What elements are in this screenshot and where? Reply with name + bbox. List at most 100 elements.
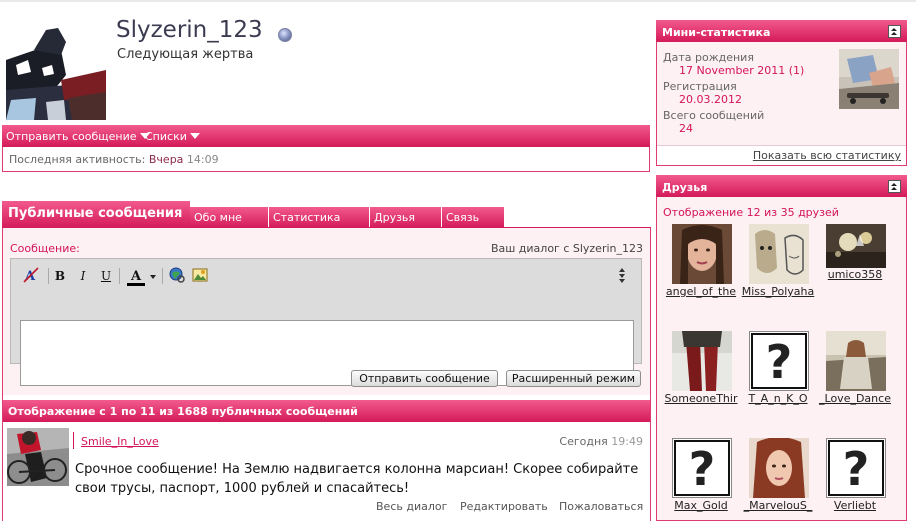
tab-about-me-label: Обо мне <box>194 211 242 224</box>
message-date: Сегодня 19:49 <box>559 435 643 448</box>
no-avatar-icon: ? <box>826 438 886 498</box>
tab-statistics[interactable]: Статистика <box>269 207 370 228</box>
total-posts-label: Всего сообщений <box>663 109 765 122</box>
friend-avatar[interactable]: ? <box>672 438 732 498</box>
top-divider <box>0 0 916 2</box>
profile-avatar <box>6 20 106 120</box>
birthdate-value: 17 November 2011 (1) <box>679 64 805 77</box>
message-item: Smile_In_Love Сегодня 19:49 Срочное сооб… <box>3 422 650 521</box>
profile-actions-bar: Отправить сообщение Списки <box>2 125 650 147</box>
last-activity-text: Последняя активность: Вчера 14:09 <box>9 153 219 166</box>
registration-label: Регистрация <box>663 80 737 93</box>
friend-avatar[interactable] <box>749 438 809 498</box>
friend-item[interactable]: SomeoneThir <box>663 331 739 431</box>
toolbar-separator <box>48 268 49 284</box>
tab-about-me[interactable]: Обо мне <box>190 207 269 228</box>
friend-avatar[interactable]: ? <box>826 438 886 498</box>
friend-name[interactable]: SomeoneThir <box>663 392 739 405</box>
friend-item[interactable]: ? Max_Gold <box>663 438 739 521</box>
collapse-icon[interactable] <box>888 25 901 38</box>
message-author-link[interactable]: Smile_In_Love <box>81 435 159 448</box>
message-text: Срочное сообщение! На Землю надвигается … <box>75 462 639 496</box>
friend-item[interactable]: ? T_A_n_K_O <box>740 331 816 431</box>
last-activity-day: Вчера <box>148 153 184 166</box>
friend-avatar[interactable] <box>826 224 886 268</box>
friend-item[interactable]: Miss_Polyaha <box>740 224 816 324</box>
profile-username: Slyzerin_123 <box>116 17 263 43</box>
tab-friends[interactable]: Друзья <box>370 207 442 228</box>
bold-button[interactable]: B <box>51 267 69 285</box>
friend-avatar[interactable] <box>826 331 886 391</box>
friend-item[interactable]: angel_of_the <box>663 224 739 324</box>
friend-name[interactable]: Miss_Polyaha <box>740 285 816 298</box>
remove-format-icon[interactable]: A <box>22 267 40 285</box>
total-posts-value: 24 <box>679 122 693 135</box>
messages-count-header: Отображение с 1 по 11 из 1688 публичных … <box>3 400 650 422</box>
dialog-label: Ваш диалог с Slyzerin_123 <box>490 242 643 255</box>
no-avatar-icon: ? <box>749 331 809 391</box>
underline-button[interactable]: U <box>97 267 115 285</box>
mini-stats-footer: Показать всю статистику <box>657 145 906 165</box>
last-activity-label: Последняя активность: <box>9 153 146 166</box>
friend-avatar[interactable] <box>672 331 732 391</box>
friends-panel: Отображение 12 из 35 друзей angel_of_the… <box>656 197 907 521</box>
friend-item[interactable]: _Love_Dance <box>817 331 893 431</box>
message-author-avatar[interactable] <box>7 428 69 486</box>
show-all-stats-link[interactable]: Показать всю статистику <box>753 149 901 162</box>
last-activity: Последняя активность: Вчера 14:09 <box>2 147 650 172</box>
public-messages-panel: Сообщение: Ваш диалог с Slyzerin_123 A B… <box>2 228 651 521</box>
advanced-mode-button[interactable]: Расширенный режим <box>506 370 641 387</box>
tab-public-messages[interactable]: Публичные сообщения <box>2 201 190 228</box>
friends-header: Друзья <box>656 175 907 197</box>
friend-name[interactable]: angel_of_the <box>663 285 739 298</box>
mini-stats-avatar <box>839 49 899 109</box>
collapse-icon[interactable] <box>888 180 901 193</box>
view-dialog-link[interactable]: Весь диалог <box>376 500 447 513</box>
friend-name[interactable]: Max_Gold <box>663 499 739 512</box>
font-color-swatch <box>127 283 145 286</box>
send-message-menu-label: Отправить сообщение <box>6 130 137 143</box>
insert-image-icon[interactable] <box>191 267 209 285</box>
friend-name[interactable]: _MarvelouS_ <box>740 499 816 512</box>
edit-message-link[interactable]: Редактировать <box>460 500 548 513</box>
insert-link-icon[interactable] <box>168 267 186 285</box>
friend-item[interactable]: _MarvelouS_ <box>740 438 816 521</box>
mini-stats-header: Мини-статистика <box>656 20 907 42</box>
friends-title: Друзья <box>662 181 708 194</box>
tab-statistics-label: Статистика <box>273 211 341 224</box>
editor-resize-arrows-icon[interactable] <box>617 267 627 285</box>
no-avatar-icon: ? <box>672 438 732 498</box>
friend-avatar[interactable] <box>749 224 809 284</box>
font-color-dropdown-icon[interactable] <box>150 275 156 279</box>
message-date-day: Сегодня <box>559 435 608 448</box>
friend-name[interactable]: Verliebt <box>817 499 893 512</box>
quick-reply-area: Сообщение: Ваш диалог с Slyzerin_123 A B… <box>3 228 650 395</box>
friend-item[interactable]: umico358 <box>817 224 893 324</box>
message-editor: A B I U A <box>10 258 642 386</box>
friend-name[interactable]: umico358 <box>817 268 893 281</box>
send-message-button[interactable]: Отправить сообщение <box>351 370 498 387</box>
toolbar-separator <box>119 268 120 284</box>
chevron-down-icon <box>189 133 200 139</box>
send-message-menu[interactable]: Отправить сообщение <box>6 130 150 143</box>
font-color-label: A <box>130 269 142 284</box>
friend-avatar[interactable] <box>672 224 732 284</box>
tab-friends-label: Друзья <box>374 211 416 224</box>
tab-public-messages-label: Публичные сообщения <box>8 206 183 221</box>
friend-name[interactable]: T_A_n_K_O <box>740 392 816 405</box>
tab-contact[interactable]: Связь <box>442 207 505 228</box>
message-label: Сообщение: <box>10 242 80 255</box>
author-divider <box>73 432 74 449</box>
friend-item[interactable]: ? Verliebt <box>817 438 893 521</box>
lists-menu[interactable]: Списки <box>145 130 200 143</box>
friend-avatar[interactable]: ? <box>749 331 809 391</box>
font-color-button[interactable]: A <box>125 267 147 286</box>
lists-menu-label: Списки <box>145 130 187 143</box>
message-date-time: 19:49 <box>611 435 643 448</box>
toolbar-separator <box>162 268 163 284</box>
tab-contact-label: Связь <box>446 211 480 224</box>
friend-name[interactable]: _Love_Dance <box>817 392 893 405</box>
mini-stats-title: Мини-статистика <box>662 26 771 39</box>
italic-button[interactable]: I <box>74 267 92 285</box>
report-message-link[interactable]: Пожаловаться <box>559 500 643 513</box>
